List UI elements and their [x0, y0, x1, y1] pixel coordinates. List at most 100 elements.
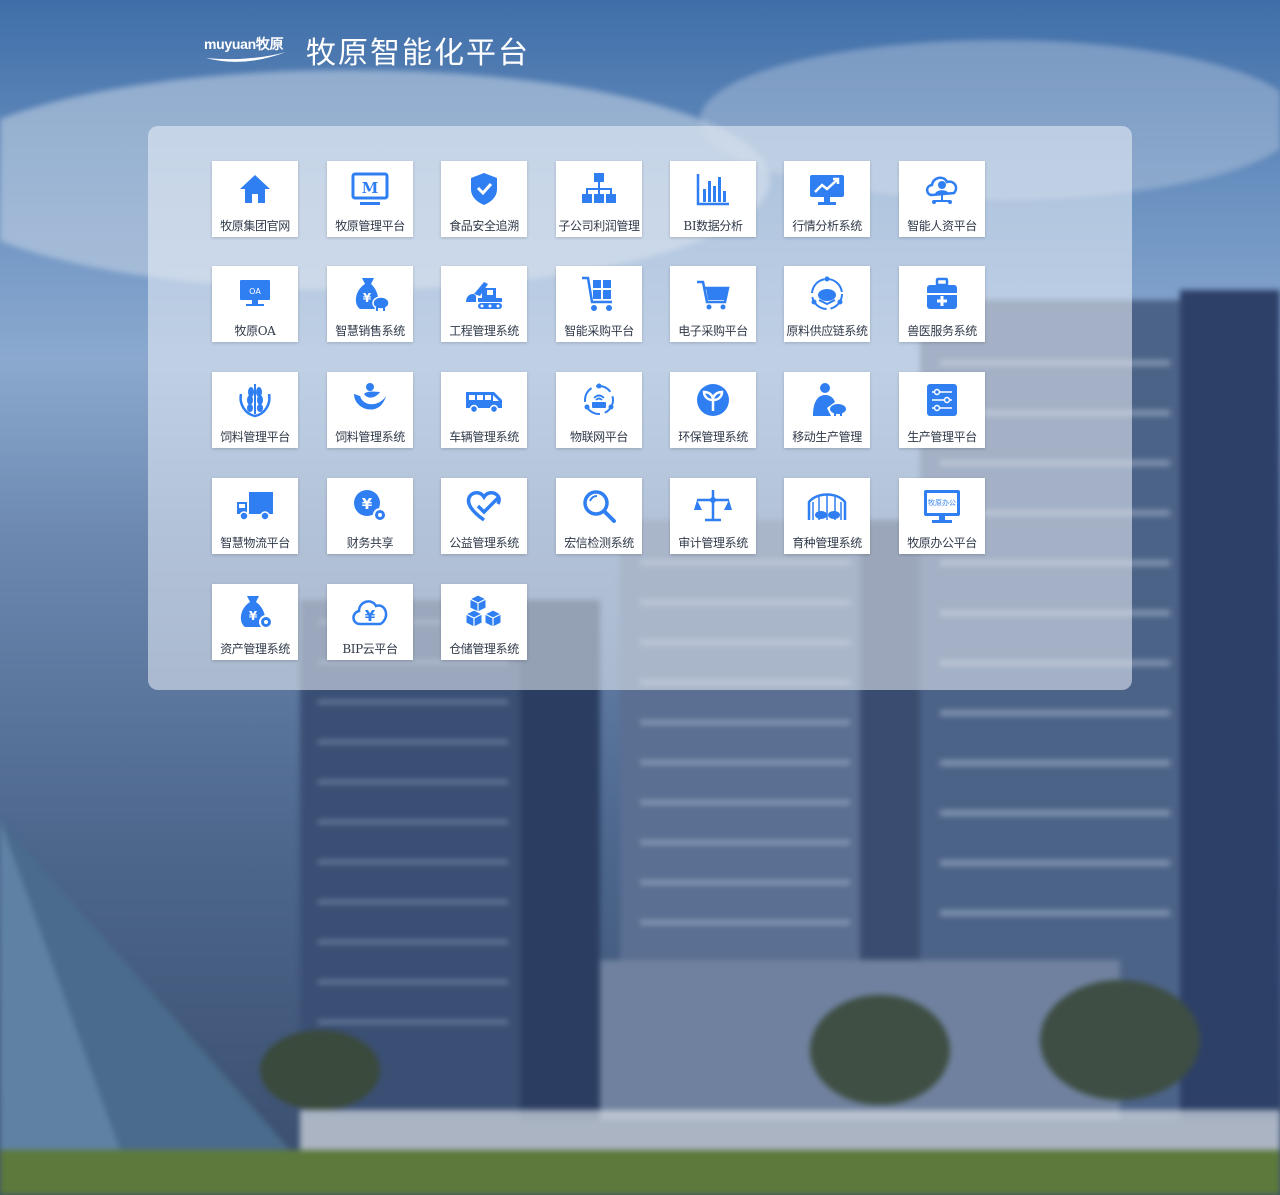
app-label: 环保管理系统	[678, 430, 748, 444]
app-label: 子公司利润管理	[558, 219, 640, 233]
app-label: 生产管理平台	[907, 430, 977, 444]
app-tile[interactable]: ¥ 智慧销售系统	[327, 266, 413, 342]
app-label: 电子采购平台	[678, 324, 748, 338]
shield-check-icon	[464, 169, 504, 209]
app-tile[interactable]: 电子采购平台	[670, 266, 756, 342]
app-tile[interactable]: 食品安全追溯	[441, 161, 527, 237]
office-monitor-icon: 牧原办公	[922, 486, 962, 526]
leaf-globe-icon	[350, 380, 390, 420]
app-label: 饲料管理平台	[220, 430, 290, 444]
app-label: 牧原办公平台	[907, 536, 977, 550]
trend-monitor-icon	[807, 169, 847, 209]
app-tile[interactable]: 智能人资平台	[899, 161, 985, 237]
app-label: 宏信检测系统	[564, 536, 634, 550]
app-tile[interactable]: 工程管理系统	[441, 266, 527, 342]
app-tile[interactable]: 物联网平台	[556, 372, 642, 448]
van-icon	[464, 380, 504, 420]
app-tile[interactable]: 兽医服务系统	[899, 266, 985, 342]
app-label: BI数据分析	[683, 219, 743, 233]
sliders-icon	[922, 380, 962, 420]
sprout-circle-icon	[693, 380, 733, 420]
heart-check-icon	[464, 486, 504, 526]
cloud-person-icon	[922, 169, 962, 209]
muyuan-logo[interactable]: muyuan牧原	[204, 34, 288, 70]
app-tile[interactable]: 公益管理系统	[441, 478, 527, 554]
app-tile[interactable]: 生产管理平台	[899, 372, 985, 448]
app-tile[interactable]: 原料供应链系统	[784, 266, 870, 342]
app-tile[interactable]: BI数据分析	[670, 161, 756, 237]
app-tile[interactable]: 移动生产管理	[784, 372, 870, 448]
cart-boxes-icon	[579, 274, 619, 314]
svg-text:OA: OA	[249, 287, 261, 296]
monitor-m-icon: M	[350, 169, 390, 209]
app-label: 审计管理系统	[678, 536, 748, 550]
app-label: 原料供应链系统	[786, 324, 868, 338]
app-label: 物联网平台	[569, 430, 628, 444]
oa-monitor-icon: OA	[235, 274, 275, 314]
app-launcher-panel: 牧原集团官网 M 牧原管理平台 食品安全追溯 子公司利润管理 BI数据分析 行情…	[148, 126, 1132, 690]
app-label: 财务共享	[346, 536, 394, 550]
app-label: 兽医服务系统	[907, 324, 977, 338]
app-tile[interactable]: 智能采购平台	[556, 266, 642, 342]
app-tile[interactable]: 牧原办公 牧原办公平台	[899, 478, 985, 554]
app-label: 仓储管理系统	[449, 642, 519, 656]
app-tile[interactable]: 牧原集团官网	[212, 161, 298, 237]
app-label: 饲料管理系统	[335, 430, 405, 444]
app-label: 牧原OA	[234, 324, 276, 338]
app-label: BIP云平台	[342, 642, 398, 656]
app-tile[interactable]: ¥ 财务共享	[327, 478, 413, 554]
iot-router-icon	[579, 380, 619, 420]
excavator-icon	[464, 274, 504, 314]
app-label: 公益管理系统	[449, 536, 519, 550]
app-tile[interactable]: 环保管理系统	[670, 372, 756, 448]
app-tile[interactable]: 行情分析系统	[784, 161, 870, 237]
svg-text:¥: ¥	[362, 495, 373, 513]
wheat-icon	[235, 380, 275, 420]
app-tile[interactable]: 车辆管理系统	[441, 372, 527, 448]
shopping-cart-icon	[693, 274, 733, 314]
app-label: 牧原管理平台	[335, 219, 405, 233]
page-title: 牧原智能化平台	[306, 36, 530, 71]
home-icon	[235, 169, 275, 209]
supply-cycle-icon	[807, 274, 847, 314]
app-label: 牧原集团官网	[220, 219, 290, 233]
app-label: 食品安全追溯	[449, 219, 519, 233]
app-label: 行情分析系统	[792, 219, 862, 233]
svg-text:¥: ¥	[365, 607, 376, 625]
app-tile[interactable]: OA 牧原OA	[212, 266, 298, 342]
app-label: 资产管理系统	[220, 642, 290, 656]
app-tile[interactable]: 育种管理系统	[784, 478, 870, 554]
breeding-shed-icon	[807, 486, 847, 526]
app-label: 车辆管理系统	[449, 430, 519, 444]
app-tile[interactable]: 智慧物流平台	[212, 478, 298, 554]
app-label: 智能人资平台	[907, 219, 977, 233]
app-label: 智能采购平台	[564, 324, 634, 338]
person-pig-icon	[807, 380, 847, 420]
app-label: 移动生产管理	[792, 430, 862, 444]
app-tile[interactable]: 子公司利润管理	[556, 161, 642, 237]
app-tile[interactable]: 审计管理系统	[670, 478, 756, 554]
app-tile[interactable]: ¥ 资产管理系统	[212, 584, 298, 660]
app-tile[interactable]: ¥ BIP云平台	[327, 584, 413, 660]
balance-scale-icon	[693, 486, 733, 526]
medical-kit-icon	[922, 274, 962, 314]
asset-bag-gear-icon: ¥	[235, 592, 275, 632]
magnifier-icon	[579, 486, 619, 526]
yen-gear-icon: ¥	[350, 486, 390, 526]
app-tile[interactable]: 宏信检测系统	[556, 478, 642, 554]
app-tile[interactable]: M 牧原管理平台	[327, 161, 413, 237]
app-tile[interactable]: 仓储管理系统	[441, 584, 527, 660]
truck-icon	[235, 486, 275, 526]
logo-swoosh-icon	[206, 52, 286, 62]
org-chart-icon	[579, 169, 619, 209]
svg-text:牧原办公: 牧原办公	[928, 498, 956, 507]
svg-text:¥: ¥	[249, 609, 258, 623]
yen-cloud-icon: ¥	[350, 592, 390, 632]
svg-text:M: M	[362, 179, 379, 197]
app-tile[interactable]: 饲料管理平台	[212, 372, 298, 448]
app-label: 育种管理系统	[792, 536, 862, 550]
app-label: 智慧销售系统	[335, 324, 405, 338]
bar-chart-icon	[693, 169, 733, 209]
app-label: 工程管理系统	[449, 324, 519, 338]
app-tile[interactable]: 饲料管理系统	[327, 372, 413, 448]
